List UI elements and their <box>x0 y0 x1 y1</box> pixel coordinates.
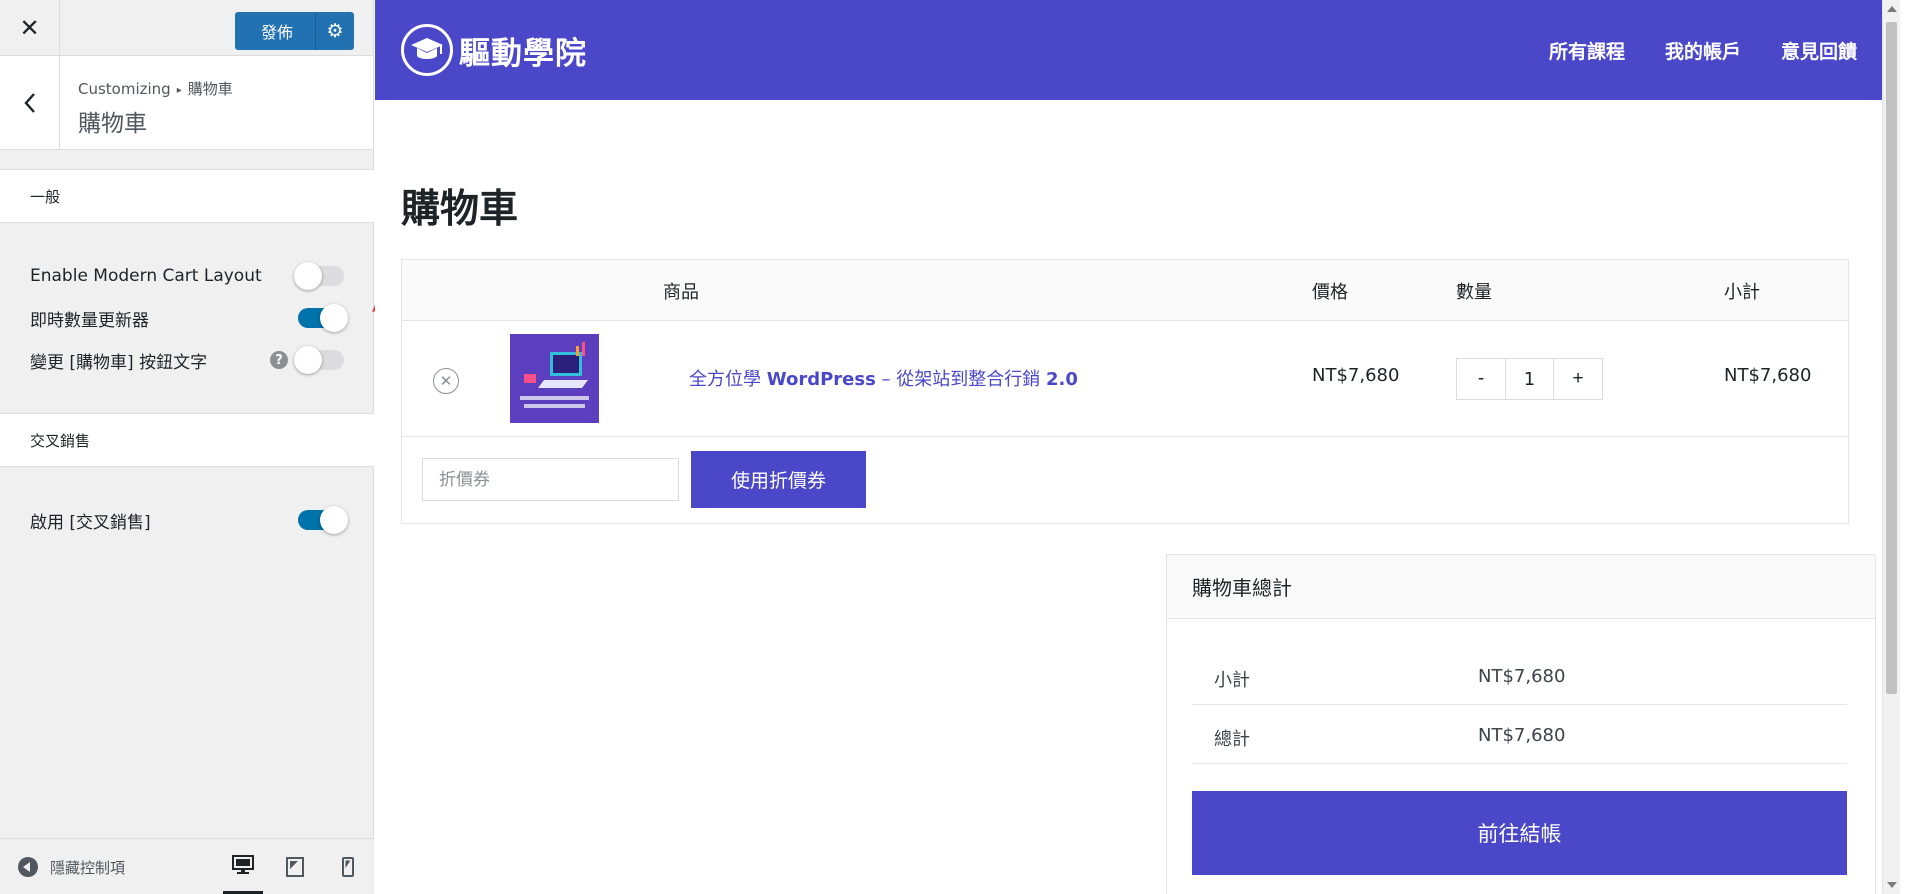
totals-value: NT$7,680 <box>1478 666 1566 687</box>
header-price: 價格 <box>1312 281 1348 303</box>
collapse-arrow-icon <box>18 857 38 877</box>
product-name-link[interactable]: 全方位學 WordPress – 從架站到整合行銷 2.0 <box>689 365 1078 391</box>
checkout-button[interactable]: 前往結帳 <box>1192 791 1847 875</box>
site-logo[interactable]: 驅動學院 <box>401 24 587 76</box>
logo-text: 驅動學院 <box>459 35 587 72</box>
cart-table: 商品 價格 數量 小計 ✕ 全方位學 WordPress – 從架站到整合行銷 … <box>401 259 1849 524</box>
qty-plus-button[interactable]: + <box>1554 359 1602 399</box>
qty-input[interactable]: 1 <box>1505 359 1554 399</box>
breadcrumb: Customizing ▸ 購物車 <box>78 78 233 99</box>
remove-item-icon[interactable]: ✕ <box>433 368 459 394</box>
product-name-middle: – 從架站到整合行銷 <box>875 369 1046 390</box>
desktop-preview-icon[interactable] <box>223 839 263 894</box>
publish-button[interactable]: 發佈 <box>234 12 316 50</box>
cross-sells-toggle[interactable] <box>298 506 348 534</box>
totals-label: 小計 <box>1214 670 1250 691</box>
nav-all-courses[interactable]: 所有課程 <box>1549 37 1625 64</box>
page-title: 購物車 <box>401 187 519 232</box>
sidebar-header: Customizing ▸ 購物車 購物車 <box>0 56 373 150</box>
help-icon[interactable]: ? <box>270 351 288 369</box>
option-modern-cart-layout: Enable Modern Cart Layout <box>30 261 344 291</box>
option-change-cart-button-text: 變更 [購物車] 按鈕文字 ? <box>30 345 344 375</box>
scroll-up-icon[interactable] <box>1887 6 1897 12</box>
panel-title: 購物車 <box>78 111 147 137</box>
main-nav: 所有課程 我的帳戶 意見回饋 <box>1509 0 1857 100</box>
hide-controls-label: 隱藏控制項 <box>50 858 126 877</box>
option-label: 即時數量更新器 <box>30 310 149 331</box>
product-name-prefix: 全方位學 <box>689 369 767 390</box>
customizer-sidebar: ✕ 發佈 ⚙ Customizing ▸ 購物車 購物車 一般 Enable Mod… <box>0 0 374 894</box>
product-subtotal: NT$7,680 <box>1724 365 1812 386</box>
cart-button-text-toggle[interactable] <box>294 346 344 374</box>
tablet-preview-icon[interactable] <box>275 839 315 894</box>
modern-cart-toggle[interactable] <box>294 262 344 290</box>
publish-group: 發佈 ⚙ <box>234 12 354 50</box>
totals-value: NT$7,680 <box>1478 725 1566 746</box>
preview-scrollbar[interactable] <box>1882 0 1900 894</box>
table-row: ✕ 全方位學 WordPress – 從架站到整合行銷 2.0 NT$7,680 <box>402 321 1848 437</box>
section-cross-sells: 交叉銷售 <box>0 413 374 467</box>
option-label: 啟用 [交叉銷售] <box>30 512 151 533</box>
option-label: 變更 [購物車] 按鈕文字 <box>30 352 208 373</box>
breadcrumb-current: 購物車 <box>187 80 233 98</box>
cart-totals-title: 購物車總計 <box>1167 555 1875 619</box>
cart-totals: 購物車總計 小計 NT$7,680 總計 NT$7,680 前往結帳 <box>1166 554 1876 894</box>
site-preview: 驅動學院 所有課程 我的帳戶 意見回饋 購物車 商品 價格 數量 小計 ✕ 全方… <box>375 0 1900 894</box>
site-header: 驅動學院 所有課程 我的帳戶 意見回饋 <box>375 0 1900 100</box>
hide-controls-button[interactable]: 隱藏控制項 <box>18 839 125 894</box>
back-chevron-icon[interactable] <box>0 56 60 150</box>
header-product: 商品 <box>663 281 699 303</box>
option-enable-cross-sells: 啟用 [交叉銷售] <box>30 505 348 535</box>
breadcrumb-root: Customizing <box>78 80 171 98</box>
totals-row-total: 總計 NT$7,680 <box>1192 705 1847 764</box>
scrollbar-thumb[interactable] <box>1886 22 1897 694</box>
product-price: NT$7,680 <box>1312 365 1400 386</box>
close-icon[interactable]: ✕ <box>0 0 60 56</box>
breadcrumb-separator: ▸ <box>176 85 182 96</box>
apply-coupon-button[interactable]: 使用折價券 <box>691 451 866 508</box>
product-name-version: 2.0 <box>1045 369 1078 390</box>
option-label: Enable Modern Cart Layout <box>30 266 262 286</box>
section-general: 一般 <box>0 169 374 223</box>
scroll-down-icon[interactable] <box>1887 882 1897 888</box>
coupon-input[interactable] <box>422 458 679 501</box>
quantity-stepper: - 1 + <box>1456 358 1603 400</box>
nav-feedback[interactable]: 意見回饋 <box>1781 37 1857 64</box>
product-name-wordpress: WordPress <box>766 369 876 390</box>
nav-my-account[interactable]: 我的帳戶 <box>1665 37 1741 64</box>
gear-icon[interactable]: ⚙ <box>316 12 354 50</box>
totals-row-subtotal: 小計 NT$7,680 <box>1192 646 1847 705</box>
live-qty-toggle[interactable] <box>298 304 348 332</box>
option-live-qty-updater: 即時數量更新器 <box>30 303 348 333</box>
cart-table-header: 商品 價格 數量 小計 <box>402 260 1848 321</box>
header-subtotal: 小計 <box>1724 281 1760 303</box>
header-quantity: 數量 <box>1456 281 1492 303</box>
qty-minus-button[interactable]: - <box>1457 359 1505 399</box>
sidebar-footer: 隱藏控制項 <box>0 838 374 894</box>
product-thumbnail[interactable] <box>510 334 599 423</box>
totals-label: 總計 <box>1214 729 1250 750</box>
graduation-cap-icon <box>401 24 453 76</box>
mobile-preview-icon[interactable] <box>328 839 368 894</box>
sidebar-topbar: ✕ 發佈 ⚙ <box>0 0 373 56</box>
